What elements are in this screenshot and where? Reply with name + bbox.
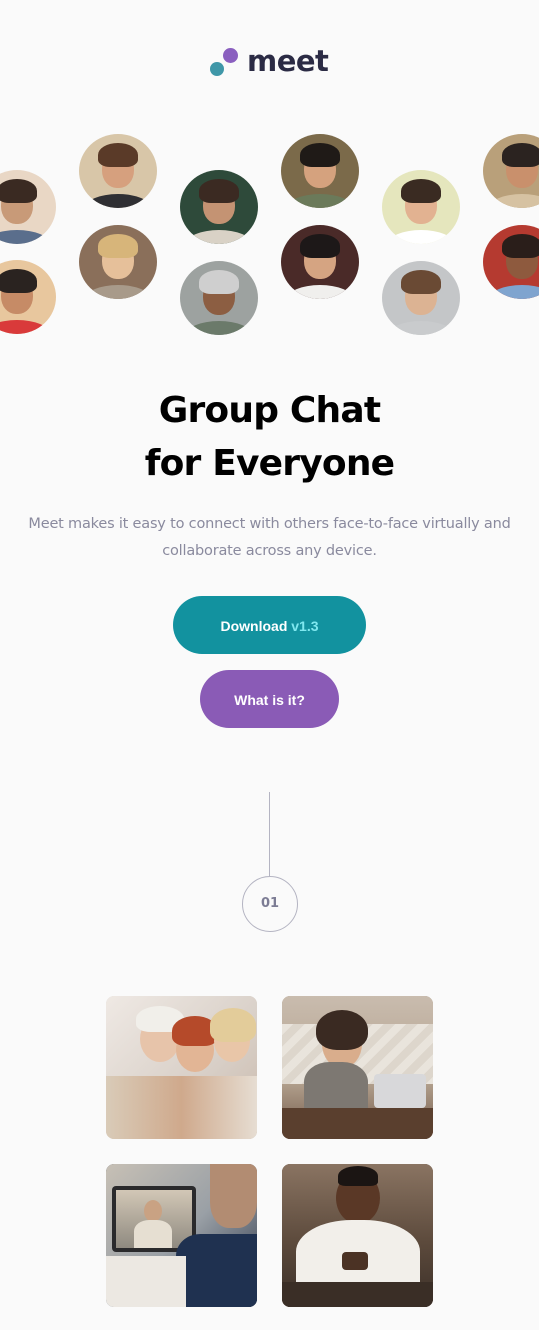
photo-woman-laptop: [282, 996, 433, 1139]
what-is-it-label: What is it?: [234, 692, 305, 708]
avatar-1: [0, 170, 56, 244]
hero-title-line-2: for Everyone: [144, 443, 395, 484]
logo-purple-dot: [223, 48, 238, 63]
logo[interactable]: meet: [209, 44, 339, 78]
avatar-3: [180, 170, 258, 244]
hero-subtitle: Meet makes it easy to connect with other…: [28, 516, 511, 559]
avatar-9: [180, 261, 258, 335]
hero-title: Group Chat for Everyone: [0, 384, 539, 490]
photo-man-phone: [282, 1164, 433, 1307]
avatar-10: [281, 225, 359, 299]
avatar-2: [79, 134, 157, 208]
download-version: v1.3: [291, 618, 319, 634]
logo-wordmark: meet: [247, 44, 329, 78]
avatar-7: [0, 260, 56, 334]
step-number: 01: [260, 896, 280, 911]
avatar-12: [483, 225, 539, 299]
what-is-it-button[interactable]: What is it?: [200, 670, 339, 728]
download-button-label: Download: [220, 618, 288, 634]
avatar-4: [281, 134, 359, 208]
step-number-badge: 01: [242, 876, 298, 932]
avatar-8: [79, 225, 157, 299]
avatar-11: [382, 261, 460, 335]
download-button[interactable]: Download v1.3: [173, 596, 366, 654]
photo-video-call: [106, 1164, 257, 1307]
avatar-6: [483, 134, 539, 208]
step-connector-line: [269, 792, 270, 877]
hero-title-line-1: Group Chat: [158, 390, 381, 431]
avatar-5: [382, 170, 460, 244]
logo-teal-dot: [210, 62, 224, 76]
photo-women-group: [106, 996, 257, 1139]
